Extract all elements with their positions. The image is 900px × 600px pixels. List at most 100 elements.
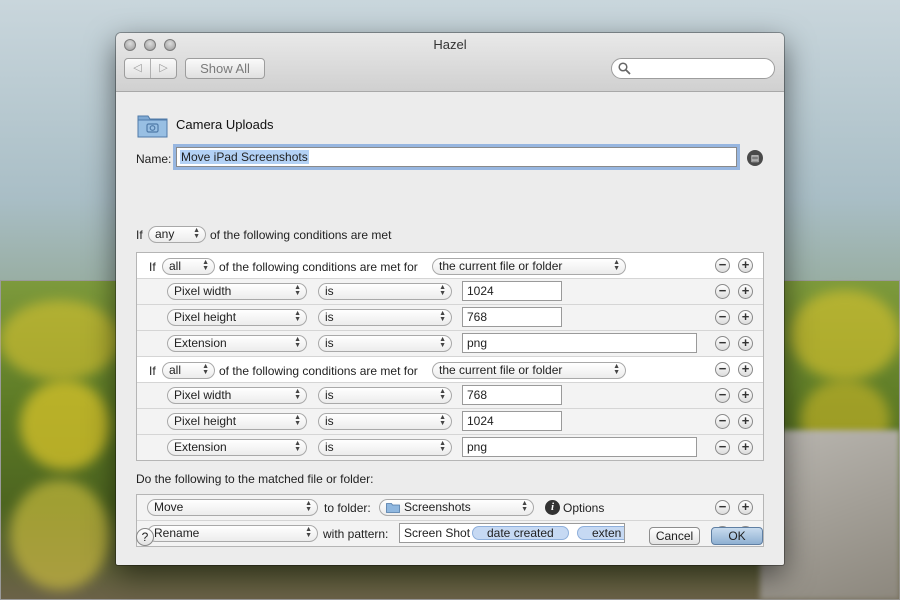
- add-condition-button[interactable]: +: [738, 388, 753, 403]
- popup-arrows-icon: ▲ ▼: [439, 414, 446, 427]
- search-icon: [618, 62, 631, 75]
- nested-condition-header: If all ▲ ▼ of the following conditions are…: [137, 357, 763, 383]
- attribute-popup[interactable]: Extension ▲ ▼: [167, 439, 307, 456]
- popup-arrows-icon: ▲ ▼: [613, 363, 620, 376]
- conditions-suffix: of the following conditions are met: [210, 228, 392, 242]
- target-popup[interactable]: the current file or folder ▲ ▼: [432, 258, 626, 275]
- popup-arrows-icon: ▲ ▼: [193, 227, 200, 240]
- condition-value-field[interactable]: 768: [462, 385, 562, 405]
- popup-arrows-icon: ▲ ▼: [294, 336, 301, 349]
- options-button[interactable]: Options: [563, 501, 604, 515]
- add-condition-button[interactable]: +: [738, 440, 753, 455]
- nested-condition-header: If all ▲ ▼ of the following conditions are…: [137, 253, 763, 279]
- popup-arrows-icon: ▲ ▼: [294, 284, 301, 297]
- rule-name-field[interactable]: Move iPad Screenshots: [176, 147, 737, 167]
- cancel-button[interactable]: Cancel: [649, 527, 700, 545]
- popup-arrows-icon: ▲ ▼: [202, 259, 209, 272]
- folder-name: Camera Uploads: [176, 117, 274, 132]
- condition-row: Extension ▲ ▼ is ▲ ▼ png − +: [137, 331, 763, 357]
- name-label: Name:: [136, 152, 172, 166]
- pattern-field[interactable]: Screen Shot date created exten: [399, 523, 625, 543]
- operator-popup[interactable]: is ▲ ▼: [318, 283, 452, 300]
- date-created-token[interactable]: date created: [472, 526, 569, 540]
- popup-arrows-icon: ▲ ▼: [613, 259, 620, 272]
- match-any-popup[interactable]: any ▲ ▼: [148, 226, 206, 243]
- add-condition-button[interactable]: +: [738, 310, 753, 325]
- add-condition-button[interactable]: +: [738, 258, 753, 273]
- condition-value-field[interactable]: png: [462, 437, 697, 457]
- hazel-window: Hazel ◁ ▷ Show All Camera Uploads Name: …: [116, 33, 784, 565]
- popup-arrows-icon: ▲ ▼: [439, 388, 446, 401]
- add-condition-button[interactable]: +: [738, 336, 753, 351]
- action-popup[interactable]: Move ▲ ▼: [147, 499, 318, 516]
- operator-popup[interactable]: is ▲ ▼: [318, 413, 452, 430]
- remove-condition-button[interactable]: −: [715, 414, 730, 429]
- popup-arrows-icon: ▲ ▼: [305, 526, 312, 539]
- popup-arrows-icon: ▲ ▼: [294, 440, 301, 453]
- match-all-popup[interactable]: all ▲ ▼: [162, 362, 215, 379]
- add-action-button[interactable]: +: [738, 500, 753, 515]
- action-row: Move ▲ ▼ to folder: Screenshots ▲ ▼ i Option…: [137, 495, 763, 521]
- rule-editor: Camera Uploads Name: Move iPad Screensho…: [116, 92, 784, 565]
- info-icon[interactable]: i: [545, 500, 560, 515]
- destination-folder-popup[interactable]: Screenshots ▲ ▼: [379, 499, 534, 516]
- popup-arrows-icon: ▲ ▼: [439, 440, 446, 453]
- condition-value-field[interactable]: png: [462, 333, 697, 353]
- ok-button[interactable]: OK: [711, 527, 763, 545]
- operator-popup[interactable]: is ▲ ▼: [318, 335, 452, 352]
- back-arrow-icon[interactable]: ◁: [125, 59, 151, 78]
- condition-row: Pixel width ▲ ▼ is ▲ ▼ 1024 − +: [137, 279, 763, 305]
- add-condition-button[interactable]: +: [738, 362, 753, 377]
- search-input[interactable]: [611, 58, 775, 79]
- folder-icon: [386, 503, 400, 513]
- add-condition-button[interactable]: +: [738, 414, 753, 429]
- titlebar: Hazel ◁ ▷ Show All: [116, 33, 784, 92]
- help-button[interactable]: ?: [136, 528, 154, 546]
- condition-value-field[interactable]: 1024: [462, 281, 562, 301]
- remove-condition-button[interactable]: −: [715, 362, 730, 377]
- remove-condition-button[interactable]: −: [715, 284, 730, 299]
- to-folder-label: to folder:: [324, 501, 371, 515]
- folder-camera-icon: [137, 115, 168, 138]
- action-popup[interactable]: Rename ▲ ▼: [147, 525, 318, 542]
- attribute-popup[interactable]: Pixel height ▲ ▼: [167, 309, 307, 326]
- conditions-box: If all ▲ ▼ of the following conditions are…: [136, 252, 764, 461]
- if-label: If: [136, 228, 143, 242]
- back-forward-control[interactable]: ◁ ▷: [124, 58, 177, 79]
- condition-row: Pixel width ▲ ▼ is ▲ ▼ 768 − +: [137, 383, 763, 409]
- condition-row: Extension ▲ ▼ is ▲ ▼ png − +: [137, 435, 763, 460]
- remove-condition-button[interactable]: −: [715, 336, 730, 351]
- nested-conditions-text: of the following conditions are met for: [219, 260, 418, 274]
- remove-condition-button[interactable]: −: [715, 258, 730, 273]
- operator-popup[interactable]: is ▲ ▼: [318, 309, 452, 326]
- remove-condition-button[interactable]: −: [715, 310, 730, 325]
- show-all-button[interactable]: Show All: [185, 58, 265, 79]
- popup-arrows-icon: ▲ ▼: [294, 414, 301, 427]
- attribute-popup[interactable]: Extension ▲ ▼: [167, 335, 307, 352]
- extension-token[interactable]: exten: [577, 526, 624, 540]
- match-all-popup[interactable]: all ▲ ▼: [162, 258, 215, 275]
- popup-arrows-icon: ▲ ▼: [294, 310, 301, 323]
- remove-condition-button[interactable]: −: [715, 440, 730, 455]
- attribute-popup[interactable]: Pixel width ▲ ▼: [167, 387, 307, 404]
- window-title: Hazel: [433, 37, 467, 52]
- condition-row: Pixel height ▲ ▼ is ▲ ▼ 768 − +: [137, 305, 763, 331]
- condition-value-field[interactable]: 1024: [462, 411, 562, 431]
- attribute-popup[interactable]: Pixel height ▲ ▼: [167, 413, 307, 430]
- if-label: If: [149, 364, 156, 378]
- remove-condition-button[interactable]: −: [715, 388, 730, 403]
- operator-popup[interactable]: is ▲ ▼: [318, 439, 452, 456]
- popup-arrows-icon: ▲ ▼: [305, 500, 312, 513]
- target-popup[interactable]: the current file or folder ▲ ▼: [432, 362, 626, 379]
- popup-arrows-icon: ▲ ▼: [294, 388, 301, 401]
- if-label: If: [149, 260, 156, 274]
- forward-arrow-icon[interactable]: ▷: [151, 59, 176, 78]
- operator-popup[interactable]: is ▲ ▼: [318, 387, 452, 404]
- popup-arrows-icon: ▲ ▼: [521, 500, 528, 513]
- condition-value-field[interactable]: 768: [462, 307, 562, 327]
- attribute-popup[interactable]: Pixel width ▲ ▼: [167, 283, 307, 300]
- actions-heading: Do the following to the matched file or …: [136, 472, 374, 486]
- add-condition-button[interactable]: +: [738, 284, 753, 299]
- notes-icon[interactable]: ▤: [747, 150, 763, 166]
- remove-action-button[interactable]: −: [715, 500, 730, 515]
